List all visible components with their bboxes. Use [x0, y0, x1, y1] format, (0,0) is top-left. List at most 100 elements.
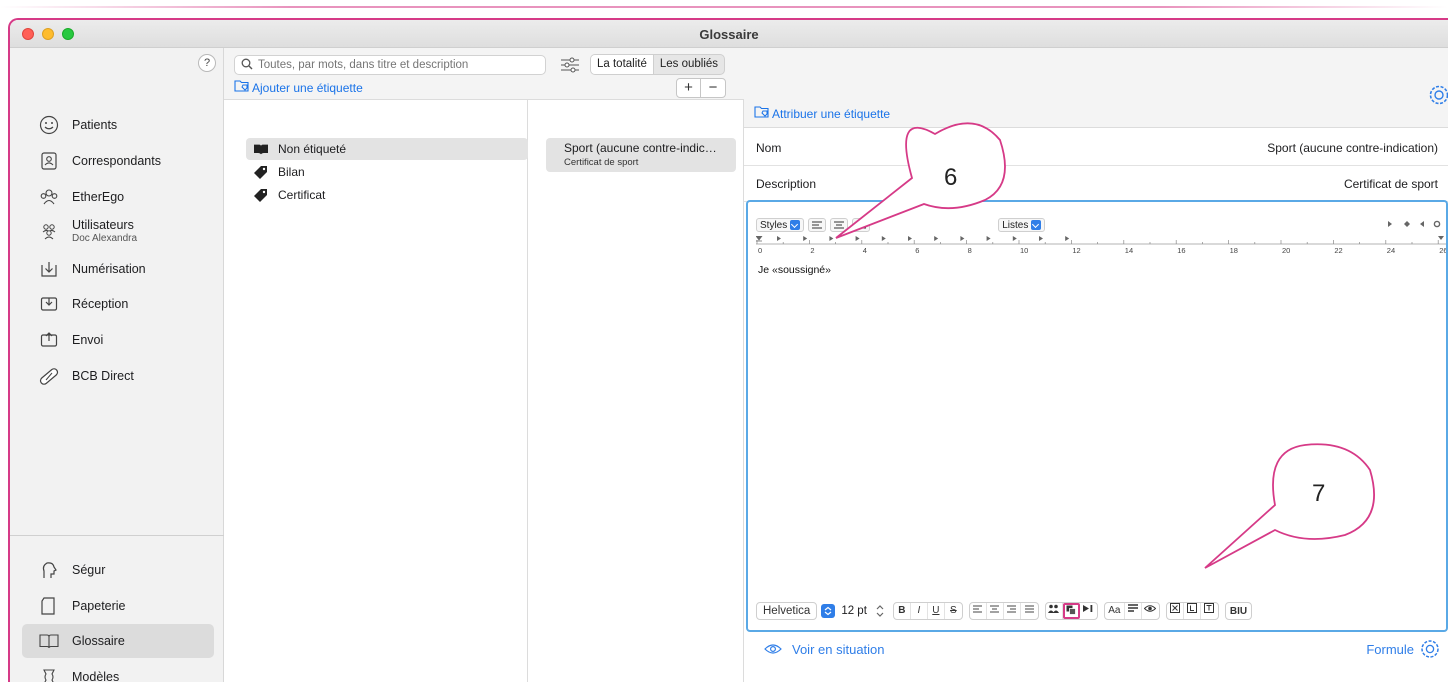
tag-row-non-etiquete[interactable]: Non étiqueté [246, 138, 528, 160]
tab-stop-marker [829, 236, 834, 241]
name-label: Nom [756, 140, 782, 155]
add-tag-link[interactable]: Ajouter une étiquette [234, 79, 363, 96]
tab-stop-marker [803, 236, 808, 241]
pill-icon [38, 365, 60, 387]
ruler[interactable]: 02468101214161820222426 [756, 236, 1446, 256]
eye-icon [764, 643, 782, 655]
paper-icon [38, 595, 60, 617]
book-open-icon [254, 142, 268, 156]
lists-popup[interactable]: Listes [998, 218, 1046, 232]
tag-label: Certificat [278, 188, 326, 202]
sidebar-item-bcb-direct[interactable]: BCB Direct [22, 359, 214, 393]
sidebar-item-modeles[interactable]: Modèles [22, 660, 214, 682]
styles-popup[interactable]: Styles [756, 218, 805, 232]
tag-row-certificat[interactable]: Certificat [246, 184, 528, 206]
tags-column: Non étiqueté Bilan Certificat [224, 48, 528, 682]
biu-button[interactable]: BIU [1224, 602, 1253, 620]
editor-footer: Voir en situation Formule [744, 634, 1448, 664]
sidebar-item-label: Modèles [72, 670, 120, 682]
entry-title: Sport (aucune contre-indic… [564, 141, 717, 155]
remove-button[interactable]: − [701, 79, 725, 97]
insert-contacts-icon[interactable] [1046, 603, 1063, 619]
align-justify-icon[interactable] [1021, 603, 1038, 619]
sidebar-item-patients[interactable]: Patients [22, 108, 214, 142]
sidebar-item-label: Réception [72, 297, 129, 311]
tag-row-bilan[interactable]: Bilan [246, 161, 528, 183]
assign-tag-link[interactable]: Attribuer une étiquette [754, 105, 890, 122]
editor-top-toolbar: Styles Listes [756, 217, 1442, 233]
align-justify-button[interactable] [852, 218, 871, 232]
sidebar-item-correspondants[interactable]: Correspondants [22, 144, 214, 178]
filter-sliders-icon[interactable] [560, 56, 580, 74]
preview-in-context-link[interactable]: Voir en situation [764, 642, 885, 657]
help-button[interactable]: ? [198, 54, 216, 72]
sidebar-item-numerisation[interactable]: Numérisation [22, 252, 214, 286]
strikethrough-button[interactable]: S [945, 603, 962, 619]
text-style-group: B I U S [892, 602, 963, 620]
box-group [1165, 602, 1219, 620]
sidebar-item-reception[interactable]: Réception [22, 287, 214, 321]
template-icon [38, 666, 60, 682]
settings-gear-icon[interactable] [1428, 84, 1448, 106]
case-button[interactable]: Aa [1105, 603, 1125, 619]
search-input[interactable] [258, 59, 538, 71]
glossary-entry[interactable]: Sport (aucune contre-indic… Certificat d… [546, 138, 736, 172]
ruler-label: 14 [1125, 246, 1133, 255]
tab-stops-icon[interactable] [1386, 219, 1442, 232]
font-size-stepper-icon[interactable] [875, 604, 885, 618]
underline-button[interactable]: U [928, 603, 945, 619]
font-family-popup[interactable]: Helvetica [756, 602, 818, 620]
insert-tab-stop-icon[interactable] [1080, 603, 1097, 619]
sidebar-item-utilisateurs[interactable]: Utilisateurs Doc Alexandra [22, 214, 214, 248]
bold-button[interactable]: B [894, 603, 911, 619]
view-group: Aa [1103, 602, 1160, 620]
assign-tag-label: Attribuer une étiquette [772, 106, 891, 121]
people-group-icon [38, 186, 60, 208]
ruler-label: 6 [915, 246, 919, 255]
rich-text-editor[interactable]: Styles Listes 0 2 4 6 8 10 12 14 16 18 2… [746, 200, 1448, 632]
editor-body-text[interactable]: Je «soussigné» [758, 264, 831, 276]
font-size-value[interactable]: 12 pt [841, 605, 867, 617]
sidebar-item-etherego[interactable]: EtherEgo [22, 180, 214, 214]
detail-toolbar: Attribuer une étiquette [744, 48, 1448, 128]
checkbox-x-icon[interactable] [1167, 603, 1184, 619]
align-left-button[interactable] [808, 218, 827, 232]
segment-all[interactable]: La totalité [591, 55, 654, 74]
align-right-icon[interactable] [1004, 603, 1021, 619]
align-left-icon[interactable] [970, 603, 987, 619]
name-value[interactable]: Sport (aucune contre-indication) [1267, 141, 1438, 155]
detail-panel: Attribuer une étiquette Nom Sport (aucun… [744, 48, 1448, 682]
tag-label: Non étiqueté [278, 142, 347, 156]
search-field[interactable] [234, 55, 546, 75]
ruler-label: 4 [863, 246, 867, 255]
sidebar-item-label: Numérisation [72, 262, 146, 276]
tag-folder-icon [754, 105, 772, 122]
book-icon [38, 630, 60, 652]
insert-group [1044, 602, 1098, 620]
align-center-button[interactable] [830, 218, 849, 232]
sidebar-item-label: Correspondants [72, 154, 161, 168]
align-center-icon[interactable] [987, 603, 1004, 619]
sidebar-item-envoi[interactable]: Envoi [22, 323, 214, 357]
segment-forgotten[interactable]: Les oubliés [654, 55, 724, 74]
tab-stop-marker [934, 236, 939, 241]
add-button[interactable]: + [677, 79, 701, 97]
description-row: Description Certificat de sport [744, 166, 1448, 202]
insert-field-icon[interactable] [1062, 603, 1080, 619]
box-t-icon[interactable] [1201, 603, 1218, 619]
italic-button[interactable]: I [911, 603, 928, 619]
sidebar-item-segur[interactable]: Ségur [22, 553, 214, 587]
description-value[interactable]: Certificat de sport [1344, 177, 1438, 191]
paragraph-icon[interactable] [1125, 603, 1142, 619]
chevron-down-icon [1031, 220, 1042, 230]
ruler-label: 22 [1334, 246, 1342, 255]
sidebar-separator [10, 535, 224, 536]
sidebar-item-papeterie[interactable]: Papeterie [22, 589, 214, 623]
tag-label: Bilan [278, 165, 305, 179]
eye-preview-icon[interactable] [1142, 603, 1159, 619]
ruler-label: 10 [1020, 246, 1028, 255]
formula-link[interactable]: Formule [1366, 639, 1440, 659]
sidebar-item-glossaire[interactable]: Glossaire [22, 624, 214, 658]
font-popup-chevron-icon[interactable] [821, 604, 836, 618]
box-l-icon[interactable] [1184, 603, 1201, 619]
